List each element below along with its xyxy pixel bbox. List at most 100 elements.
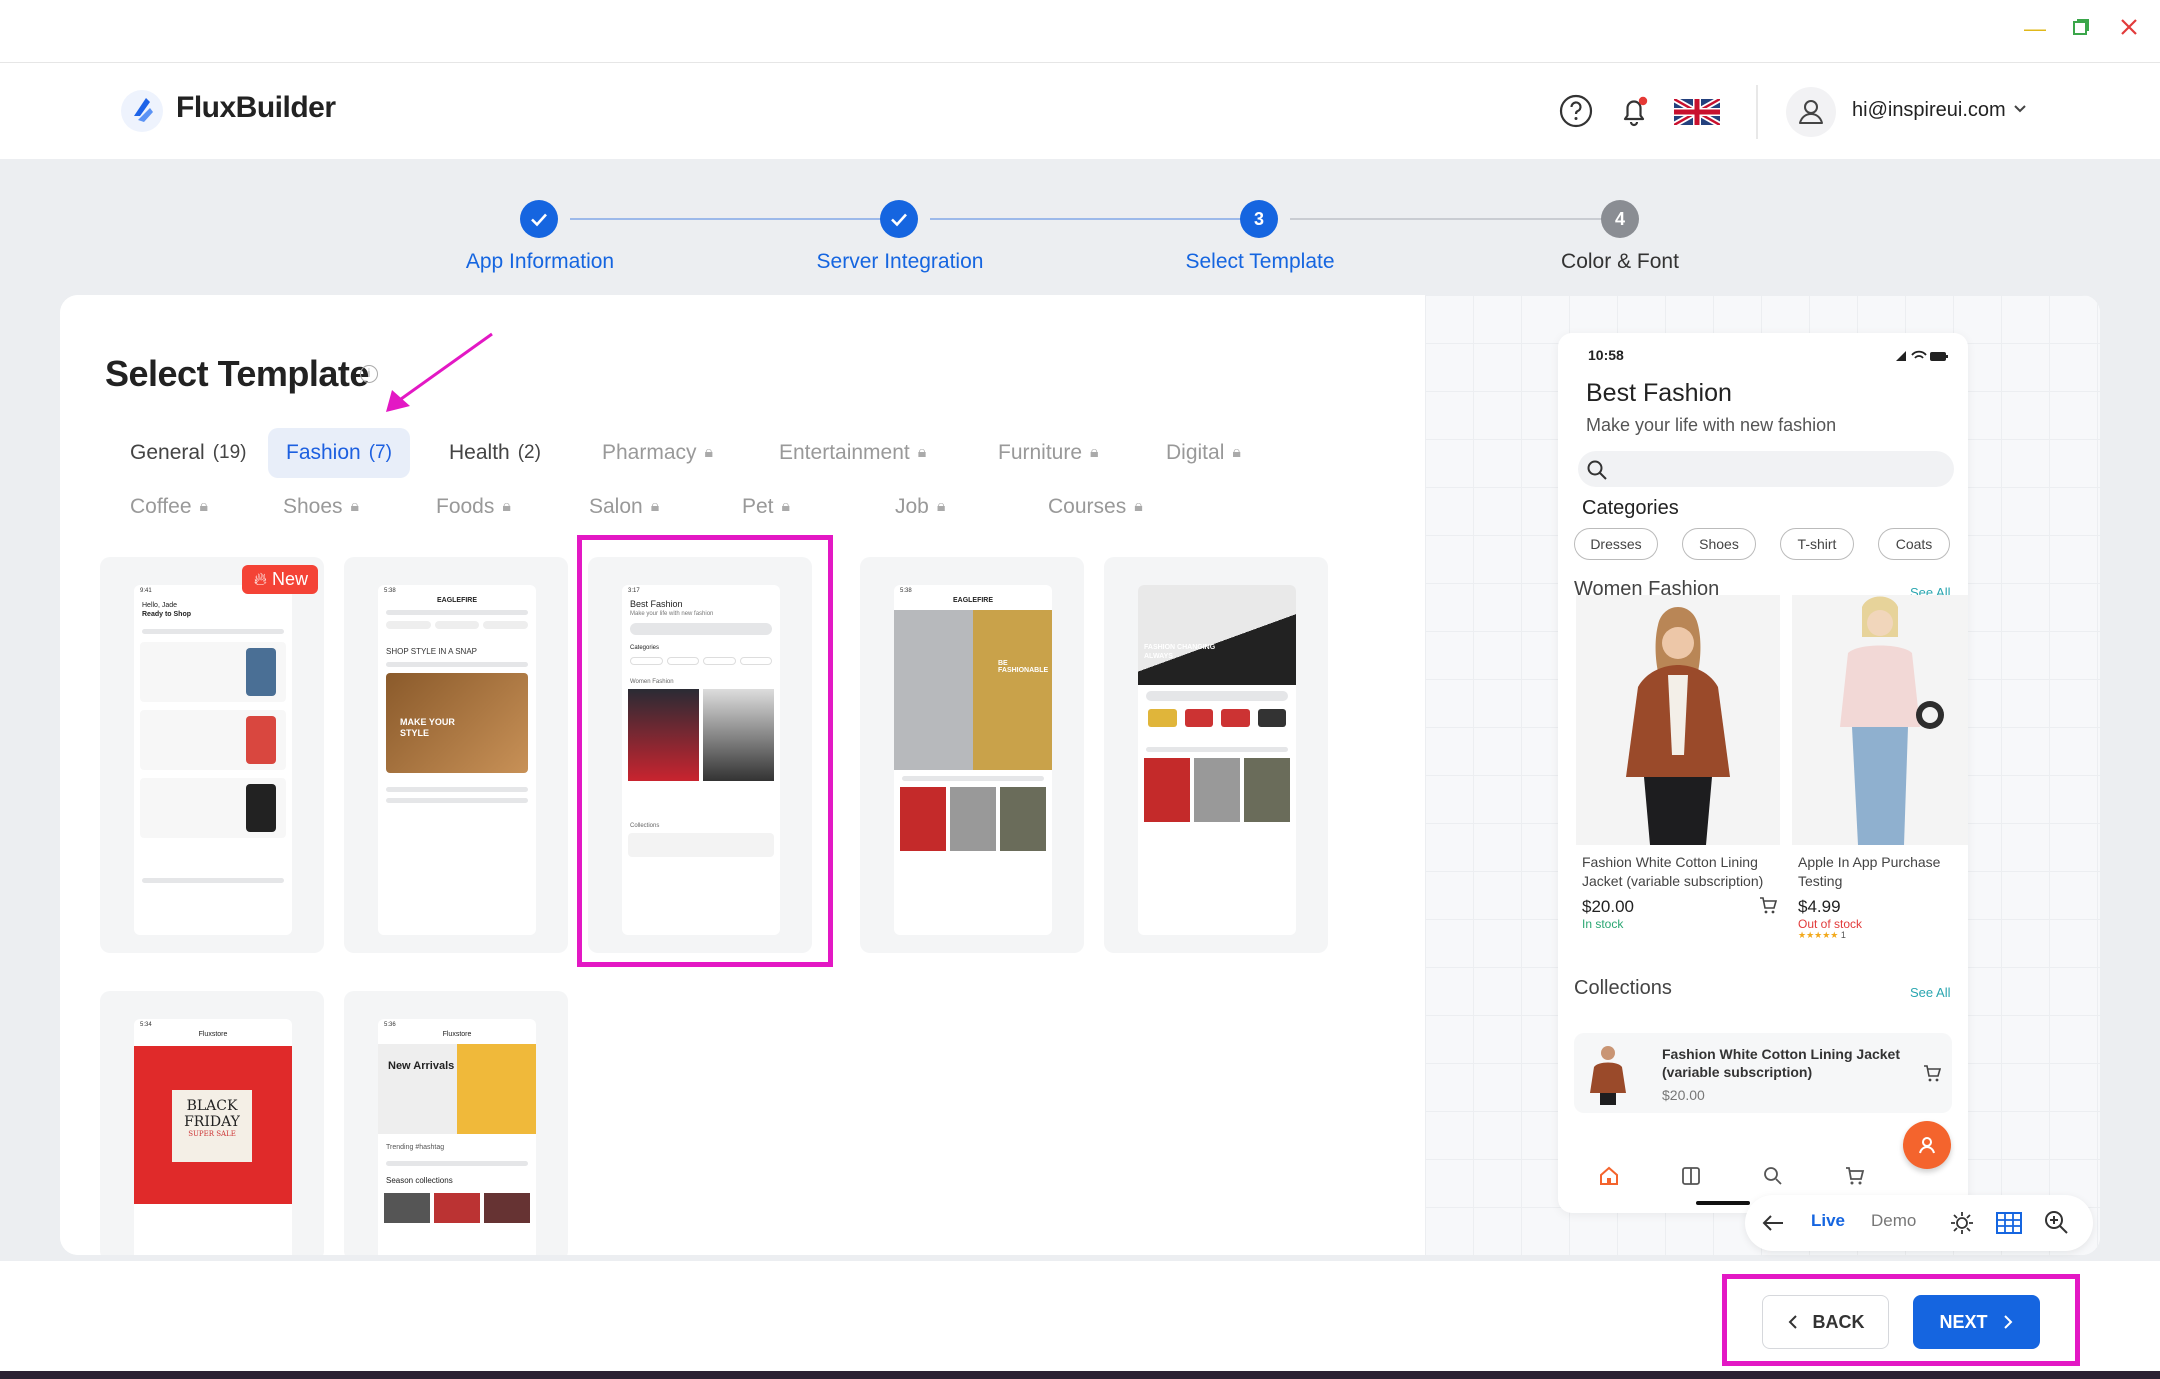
cart-icon[interactable]: [1844, 1165, 1866, 1192]
category-shoes[interactable]: Shoes 🔒︎: [265, 482, 377, 532]
template-greeting-sub: Ready to Shop: [142, 611, 192, 618]
collection-item[interactable]: Fashion White Cotton Lining Jacket (vari…: [1574, 1033, 1952, 1113]
category-general[interactable]: General (19): [112, 428, 265, 478]
selected-template-highlight: [577, 535, 833, 967]
demo-toggle[interactable]: Demo: [1871, 1211, 1916, 1231]
product-name-1[interactable]: Fashion White Cotton Lining Jacket (vari…: [1582, 853, 1782, 891]
step-1-label[interactable]: App Information: [390, 250, 690, 274]
category-label: Digital: [1166, 441, 1225, 464]
notification-bell-icon[interactable]: [1616, 93, 1652, 129]
page-title: Select Template: [105, 353, 369, 394]
lock-icon: 🔒︎: [1090, 444, 1099, 461]
uk-flag-icon[interactable]: [1674, 99, 1720, 125]
lock-icon: 🔒︎: [781, 498, 791, 515]
category-entertainment[interactable]: Entertainment 🔒︎: [761, 428, 944, 478]
category-courses[interactable]: Courses 🔒︎: [1030, 482, 1161, 532]
category-pet[interactable]: Pet 🔒︎: [724, 482, 808, 532]
zoom-in-icon[interactable]: [2043, 1209, 2069, 1235]
category-label: Pharmacy: [602, 441, 697, 464]
chip-shoes[interactable]: Shoes: [1682, 528, 1756, 560]
info-icon[interactable]: i: [360, 365, 378, 383]
rating-count: 1: [1840, 930, 1846, 940]
avatar[interactable]: [1786, 87, 1836, 137]
category-furniture[interactable]: Furniture 🔒︎: [980, 428, 1117, 478]
category-label: Foods: [436, 495, 495, 518]
collections-heading: Collections: [1574, 977, 1672, 999]
status-icons: [1896, 350, 1948, 361]
step-2-label[interactable]: Server Integration: [750, 250, 1050, 274]
step-3-number: 3: [1240, 200, 1278, 238]
lock-icon: 🔒︎: [1134, 498, 1143, 515]
step-3-label[interactable]: Select Template: [1110, 250, 1410, 274]
annotation-arrow-icon: [386, 332, 493, 412]
taskbar-strip: [0, 1371, 2160, 1379]
chip-coats[interactable]: Coats: [1878, 528, 1950, 560]
template-preview: 5:38 EAGLEFIRE SHOP STYLE IN A SNAP MAKE…: [378, 585, 536, 935]
template-season: Season collections: [386, 1176, 453, 1185]
product-price-1: $20.00: [1582, 897, 1634, 916]
product-image-1[interactable]: [1576, 595, 1780, 845]
category-health[interactable]: Health (2): [431, 428, 559, 478]
home-indicator: [1696, 1201, 1750, 1205]
back-arrow-icon[interactable]: [1761, 1212, 1785, 1234]
collection-item-name: Fashion White Cotton Lining Jacket (vari…: [1662, 1046, 1900, 1080]
template-card-5[interactable]: FASHION CHANGING ALWAYS: [1104, 557, 1328, 953]
template-preview: 5:36 Fluxstore New Arrivals Trending #ha…: [378, 1019, 536, 1255]
close-icon[interactable]: [2120, 14, 2138, 44]
template-banner-text: MAKE YOUR STYLE: [400, 717, 455, 738]
template-card-7[interactable]: 5:36 Fluxstore New Arrivals Trending #ha…: [344, 991, 568, 1255]
template-card-4[interactable]: 5:38 EAGLEFIRE BE FASHIONABLE: [860, 557, 1084, 953]
category-pharmacy[interactable]: Pharmacy 🔒︎: [584, 428, 731, 478]
product-stock-1: In stock: [1582, 917, 1624, 931]
user-email[interactable]: hi@inspireui.com: [1852, 99, 2006, 122]
chip-tshirt[interactable]: T-shirt: [1780, 528, 1854, 560]
template-card-6[interactable]: 5:34 Fluxstore BLACK FRIDAY SUPER SALE: [100, 991, 324, 1255]
template-card-2[interactable]: 5:38 EAGLEFIRE SHOP STYLE IN A SNAP MAKE…: [344, 557, 568, 953]
category-fashion[interactable]: Fashion (7): [268, 428, 410, 478]
template-banner-text: FASHION CHANGING ALWAYS: [1144, 644, 1216, 660]
step-4-label[interactable]: Color & Font: [1470, 250, 1770, 274]
add-to-cart-icon[interactable]: [1922, 1063, 1942, 1083]
check-icon: [891, 213, 907, 227]
minimize-icon[interactable]: —: [2024, 14, 2046, 44]
maximize-icon[interactable]: [2072, 14, 2090, 44]
chip-dresses[interactable]: Dresses: [1574, 528, 1658, 560]
search-icon[interactable]: [1762, 1165, 1784, 1192]
see-all-collections-link[interactable]: See All: [1910, 985, 1950, 1000]
template-selection-card: Select Template i General (19) Fashion (7)…: [60, 295, 2100, 1255]
preview-categories-label: Categories: [1582, 497, 1679, 519]
template-list-pane: Select Template i General (19) Fashion (7)…: [60, 295, 1425, 1255]
category-label: Health: [449, 441, 510, 464]
rating-stars-icon: ★★★★★ 1: [1798, 930, 1846, 940]
theme-sun-icon[interactable]: [1949, 1210, 1975, 1236]
template-banner-text: New Arrivals: [388, 1060, 455, 1072]
help-icon[interactable]: [1558, 93, 1594, 129]
lock-icon: 🔒︎: [917, 444, 927, 461]
step-1-check: [520, 200, 558, 238]
template-banner-text: BLACK FRIDAY: [184, 1098, 240, 1130]
product-image-2[interactable]: [1792, 595, 1968, 845]
preview-search-input[interactable]: [1578, 451, 1954, 487]
category-label: Coffee: [130, 495, 192, 518]
new-badge: 🔥︎ New: [241, 565, 318, 594]
template-store-name: Fluxstore: [442, 1031, 472, 1038]
category-foods[interactable]: Foods 🔒︎: [418, 482, 529, 532]
add-to-cart-icon[interactable]: [1758, 895, 1778, 915]
fluxbuilder-logo-icon: [121, 90, 163, 132]
lock-icon: 🔒︎: [936, 498, 946, 515]
category-salon[interactable]: Salon 🔒︎: [571, 482, 677, 532]
preview-title: Best Fashion: [1586, 379, 1732, 407]
grid-view-icon[interactable]: [1995, 1210, 2023, 1236]
catalog-icon[interactable]: [1680, 1165, 1702, 1192]
category-job[interactable]: Job 🔒︎: [877, 482, 963, 532]
app-header: FluxBuilder hi@inspireui.com: [0, 62, 2160, 159]
live-toggle[interactable]: Live: [1811, 1211, 1845, 1231]
product-photo-jacket: [1576, 595, 1780, 845]
product-name-2[interactable]: Apple In App Purchase Testing: [1798, 853, 1962, 891]
chevron-down-icon[interactable]: [2012, 101, 2028, 117]
category-coffee[interactable]: Coffee 🔒︎: [112, 482, 226, 532]
category-label: Job: [895, 495, 929, 518]
category-digital[interactable]: Digital 🔒︎: [1148, 428, 1259, 478]
home-icon[interactable]: [1598, 1165, 1620, 1192]
template-card-1[interactable]: 9:41 Hello, Jade Ready to Shop 🔥︎ New: [100, 557, 324, 953]
